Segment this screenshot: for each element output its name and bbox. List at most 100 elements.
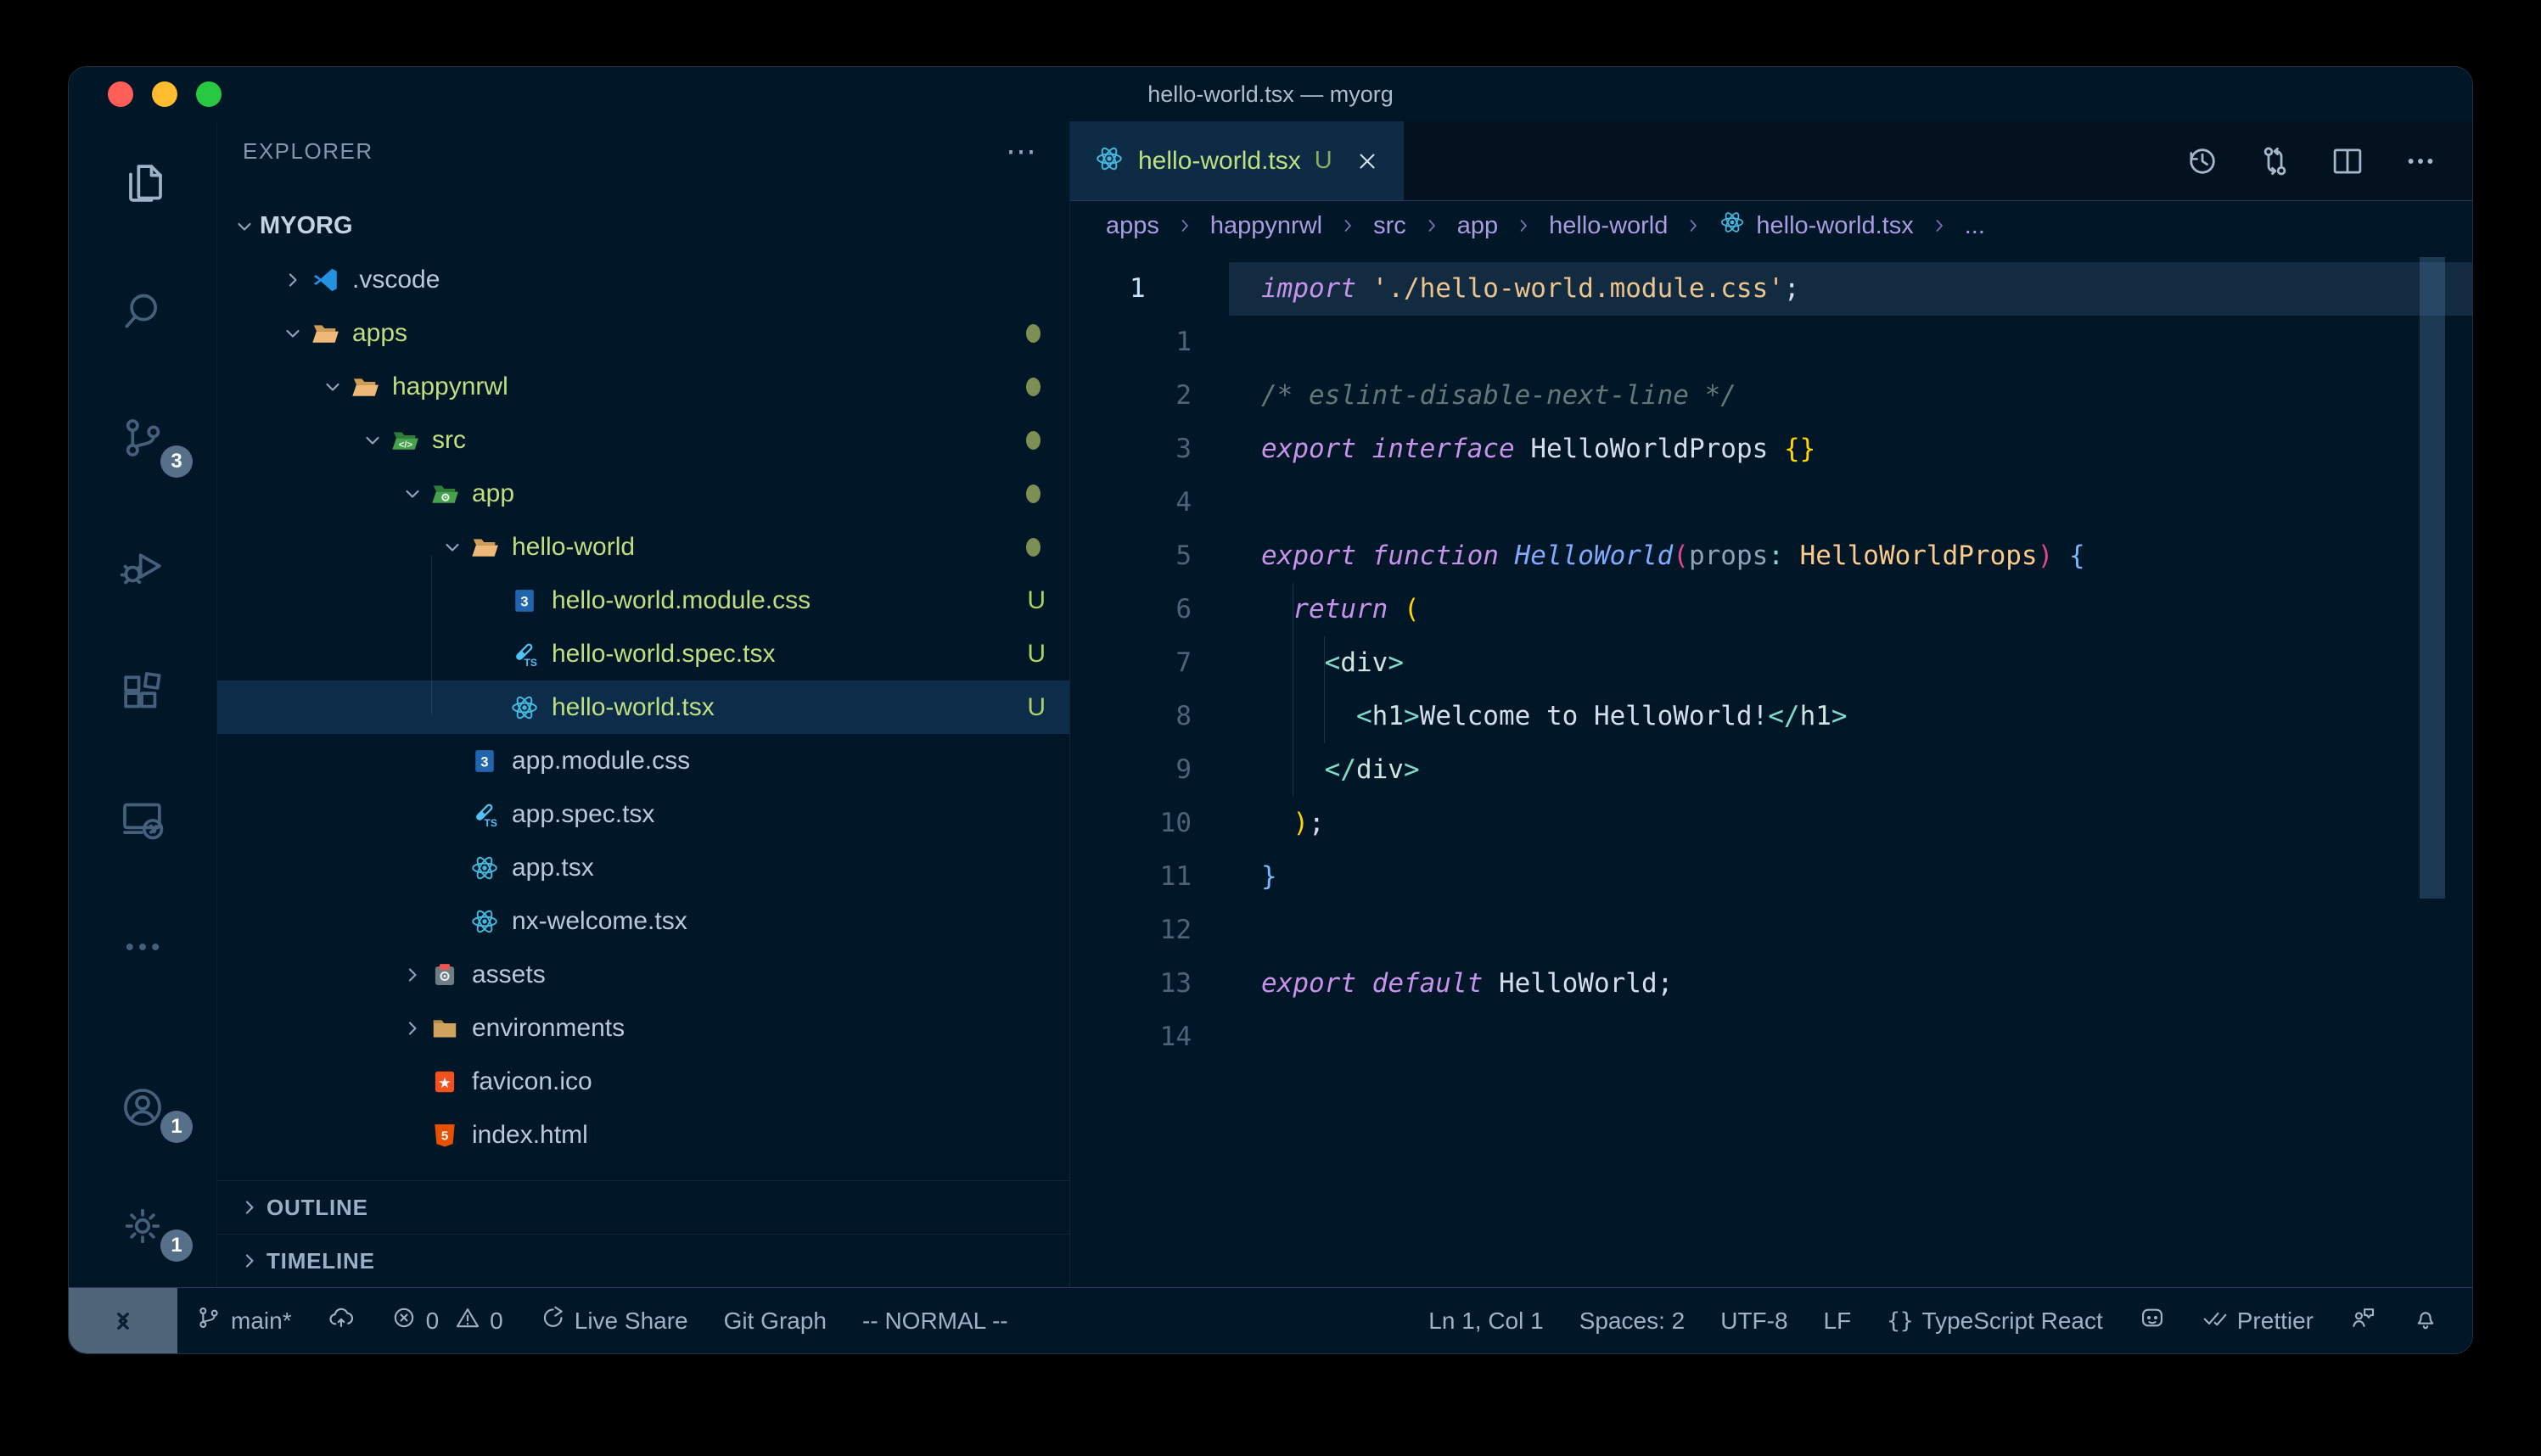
git-modified-dot [1026,431,1041,450]
tab-hello-world-tsx[interactable]: hello-world.tsx U [1070,121,1404,200]
activity-bar: 3 11 [69,121,217,1287]
status-eol[interactable]: LF [1806,1288,1870,1353]
status-label: Ln 1, Col 1 [1428,1308,1543,1335]
activity-more-views[interactable] [69,885,216,1012]
status-encoding[interactable]: UTF-8 [1702,1288,1805,1353]
status-indentation[interactable]: Spaces: 2 [1562,1288,1703,1353]
activity-source-control[interactable]: 3 [69,376,216,503]
remote-indicator[interactable] [69,1288,177,1353]
close-tab-icon[interactable] [1355,148,1380,174]
activity-settings[interactable]: 1 [69,1168,216,1287]
status-label: -- NORMAL -- [862,1308,1008,1335]
status-notifications[interactable] [2394,1288,2457,1353]
css-icon: 3 [508,585,541,616]
split-editor-icon[interactable] [2330,143,2365,179]
status-label: main* [231,1308,292,1335]
open-changes-icon[interactable] [2257,143,2292,179]
tab-bar: hello-world.tsx U [1070,121,2472,201]
breadcrumb-item[interactable]: hello-world.tsx [1719,209,1913,243]
tree-item-app-tsx[interactable]: app.tsx [217,841,1069,894]
line-number: 12 [1070,904,1229,957]
status-live-share[interactable]: Live Share [521,1288,706,1353]
extensions-icon [119,669,166,720]
status-bar-left: main* 00Live ShareGit Graph -- NORMAL -- [177,1288,1026,1353]
tree-item-hello-world-spec-tsx[interactable]: TShello-world.spec.tsxU [217,627,1069,680]
code-line: 14 [1070,1011,2472,1064]
section-label: TIMELINE [266,1248,375,1274]
status-git-graph[interactable]: Git Graph [706,1288,844,1353]
status-cursor-position[interactable]: Ln 1, Col 1 [1411,1288,1561,1353]
tree-root-label: MYORG [260,212,353,240]
liveshare-icon [539,1304,566,1337]
status-prettier[interactable]: Prettier [2184,1288,2331,1353]
tree-item-assets[interactable]: assets [217,948,1069,1001]
tree-root-myorg[interactable]: MYORG [217,199,1069,253]
react-icon [468,853,502,883]
status-feedback[interactable] [2331,1288,2394,1353]
tree-item-app[interactable]: app [217,467,1069,520]
explorer-more-actions-icon[interactable]: ⋯ [1006,143,1039,160]
tree-item-hello-world-module-css[interactable]: 3hello-world.module.cssU [217,574,1069,627]
activity-remote-explorer[interactable] [69,758,216,885]
breadcrumb-item[interactable]: hello-world [1549,212,1668,240]
section-timeline[interactable]: TIMELINE [217,1234,1069,1287]
git-modified-dot [1026,324,1041,343]
breadcrumb-label: apps [1106,212,1159,240]
tree-item-apps[interactable]: apps [217,306,1069,360]
line-number: 8 [1070,690,1229,743]
status-branch[interactable]: main* [177,1288,310,1353]
chevron-right-icon [278,269,308,291]
activity-explorer[interactable] [69,121,216,249]
tree-item--vscode[interactable]: .vscode [217,253,1069,306]
line-number: 3 [1070,423,1229,476]
tree-item-label: environments [472,1014,625,1043]
test-icon: TS [468,799,502,830]
tree-item-index-html[interactable]: 5index.html [217,1108,1069,1162]
feedback-icon [2349,1304,2376,1337]
section-label: OUTLINE [266,1195,368,1221]
code-line: 6 return ( [1070,583,2472,636]
breadcrumb-item[interactable]: src [1373,212,1406,240]
tree-item-favicon-ico[interactable]: ★favicon.ico [217,1055,1069,1108]
tree-item-app-module-css[interactable]: 3app.module.css [217,734,1069,787]
tree-item-environments[interactable]: environments [217,1001,1069,1055]
breadcrumb-separator-icon [1929,216,1949,236]
tree-item-hello-world-tsx[interactable]: hello-world.tsxU [217,680,1069,734]
git-untracked-badge: U [1027,586,1046,615]
git-untracked-badge: U [1027,640,1046,669]
chevron-down-icon [278,322,308,344]
more-actions-icon[interactable] [2403,143,2438,179]
editor-scrollbar[interactable] [2420,257,2445,899]
line-number: 14 [1070,1011,1229,1064]
section-outline[interactable]: OUTLINE [217,1180,1069,1234]
tree-item-hello-world[interactable]: hello-world [217,520,1069,574]
breadcrumb-separator-icon [1683,216,1703,236]
tree-item-src[interactable]: </>src [217,413,1069,467]
timeline-history-icon[interactable] [2184,143,2219,179]
status-sync[interactable] [310,1288,373,1353]
tree-item-app-spec-tsx[interactable]: TSapp.spec.tsx [217,787,1069,841]
breadcrumb-item[interactable]: ... [1965,212,1985,240]
breadcrumb-item[interactable]: app [1457,212,1498,240]
activity-run-and-debug[interactable] [69,503,216,630]
status-vim-mode[interactable]: -- NORMAL -- [844,1288,1026,1353]
line-number: 7 [1070,636,1229,690]
error-icon [390,1304,418,1337]
tree-item-nx-welcome-tsx[interactable]: nx-welcome.tsx [217,894,1069,948]
activity-accounts[interactable]: 1 [69,1050,216,1168]
breadcrumb-item[interactable]: apps [1106,212,1159,240]
status-errors[interactable]: 00 [373,1288,521,1353]
tab-label: hello-world.tsx [1138,147,1301,176]
settings-icon [119,1202,166,1254]
folder-open-icon [348,372,382,402]
workbench: 311 EXPLORER ⋯ MYORG.vscodeappshappynrwl… [69,121,2472,1287]
git-untracked-badge: U [1027,693,1046,722]
status-octoface[interactable] [2121,1288,2184,1353]
activity-search[interactable] [69,249,216,376]
line-number: 1 [1070,316,1229,369]
activity-extensions[interactable] [69,630,216,758]
tree-item-happynrwl[interactable]: happynrwl [217,360,1069,413]
breadcrumb-item[interactable]: happynrwl [1210,212,1322,240]
status-language-mode[interactable]: {}TypeScript React [1869,1288,2121,1353]
code-editor[interactable]: 1import './hello-world.module.css';12/* … [1070,250,2472,1287]
